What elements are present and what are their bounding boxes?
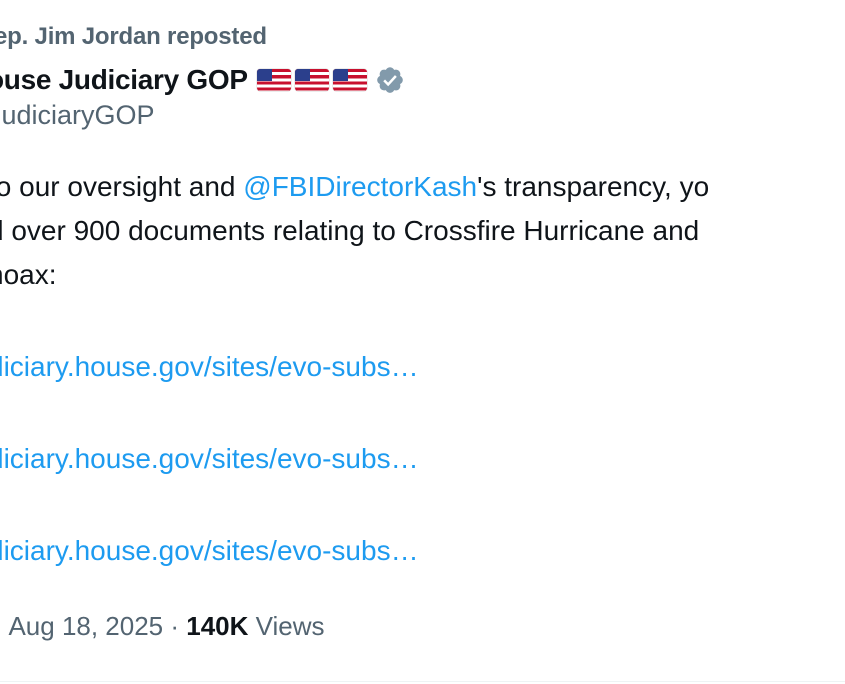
views-label: Views: [248, 611, 325, 641]
tweet-line-1-prefix: to our oversight and: [0, 171, 244, 202]
repost-label[interactable]: ep. Jim Jordan reposted: [0, 23, 267, 51]
author-display-name[interactable]: ouse Judiciary GOP: [0, 64, 248, 96]
divider: [0, 681, 845, 682]
tweet-line-1-suffix: 's transparency, yo: [477, 171, 710, 202]
tweet-line-3: hoax:: [0, 259, 57, 290]
author-row: ouse Judiciary GOP: [0, 61, 405, 99]
meta-separator: ·: [163, 611, 187, 641]
mention-link[interactable]: @FBIDirectorKash: [243, 171, 477, 202]
tweet-meta: · Aug 18, 2025 · 140K Views: [0, 611, 325, 642]
us-flag-icon: [294, 69, 329, 91]
verified-badge-icon[interactable]: [375, 65, 405, 95]
us-flag-icon: [256, 69, 291, 91]
views-count: 140K: [186, 611, 249, 641]
tweet-body: to our oversight and @FBIDirectorKash's …: [0, 165, 845, 297]
flag-emojis: [256, 69, 367, 91]
tweet-line-2: d over 900 documents relating to Crossfi…: [0, 215, 700, 246]
tweet-line-1: to our oversight and @FBIDirectorKash's …: [0, 165, 845, 209]
document-link-2[interactable]: diciary.house.gov/sites/evo-subs…: [0, 443, 419, 475]
document-link-3[interactable]: diciary.house.gov/sites/evo-subs…: [0, 535, 419, 567]
us-flag-icon: [332, 69, 367, 91]
tweet-date[interactable]: Aug 18, 2025: [8, 611, 163, 641]
author-handle[interactable]: JudiciaryGOP: [0, 100, 155, 131]
document-link-1[interactable]: diciary.house.gov/sites/evo-subs…: [0, 351, 419, 383]
